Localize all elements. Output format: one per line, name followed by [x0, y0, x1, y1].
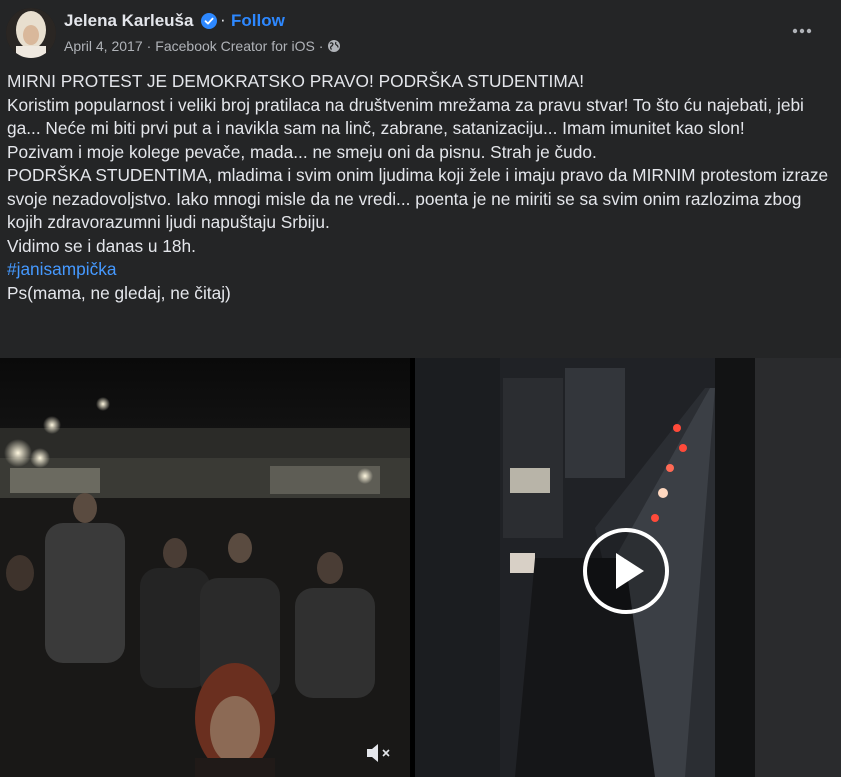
more-options-icon[interactable]: [785, 16, 821, 46]
verified-badge-icon: [201, 13, 217, 29]
meta-separator: ·: [146, 38, 152, 54]
post-paragraph: Vidimo se i danas u 18h.: [7, 235, 196, 256]
post-text: MIRNI PROTEST JE DEMOKRATSKO PRAVO! PODR…: [7, 70, 837, 305]
post-meta: April 4, 2017 · Facebook Creator for iOS…: [64, 38, 341, 54]
facebook-post: Jelena Karleuša · Follow April 4, 2017 ·…: [0, 0, 841, 777]
globe-icon[interactable]: [327, 39, 341, 53]
post-paragraph: Ps(mama, ne gledaj, ne čitaj): [7, 282, 231, 303]
post-date[interactable]: April 4, 2017: [64, 38, 143, 54]
video-left[interactable]: [0, 358, 410, 777]
post-header: Jelena Karleuša · Follow April 4, 2017 ·…: [0, 0, 841, 64]
post-source: Facebook Creator for iOS: [155, 38, 315, 54]
muted-speaker-icon[interactable]: [364, 741, 394, 765]
hashtag-link[interactable]: #janisampička: [7, 259, 117, 279]
post-media[interactable]: [0, 358, 841, 777]
author-name[interactable]: Jelena Karleuša: [64, 11, 193, 31]
post-paragraph: PODRŠKA STUDENTIMA, mladima i svim onim …: [7, 165, 833, 232]
separator-dot: ·: [220, 10, 226, 29]
avatar[interactable]: [6, 8, 56, 58]
follow-button[interactable]: Follow: [231, 11, 285, 31]
post-paragraph: Koristim popularnost i veliki broj prati…: [7, 94, 809, 139]
post-paragraph: Pozivam i moje kolege pevače, mada... ne…: [7, 141, 597, 162]
play-icon[interactable]: [582, 527, 670, 615]
meta-separator: ·: [318, 38, 324, 54]
post-paragraph: MIRNI PROTEST JE DEMOKRATSKO PRAVO! PODR…: [7, 71, 585, 91]
